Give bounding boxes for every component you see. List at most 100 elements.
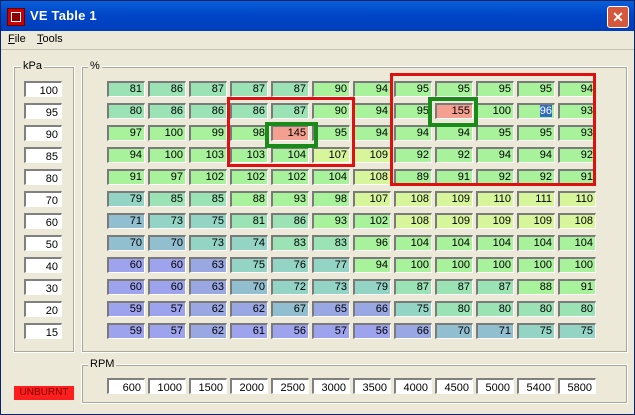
ve-cell[interactable]: 75 bbox=[230, 257, 268, 273]
ve-cell[interactable]: 66 bbox=[353, 301, 391, 317]
ve-cell[interactable]: 87 bbox=[189, 81, 227, 97]
ve-cell[interactable]: 65 bbox=[312, 301, 350, 317]
ve-cell[interactable]: 102 bbox=[189, 169, 227, 185]
ve-cell[interactable]: 80 bbox=[558, 301, 596, 317]
ve-cell[interactable]: 73 bbox=[312, 279, 350, 295]
ve-cell[interactable]: 94 bbox=[558, 81, 596, 97]
ve-cell[interactable]: 70 bbox=[435, 323, 473, 339]
ve-cell[interactable]: 87 bbox=[394, 279, 432, 295]
ve-cell[interactable]: 93 bbox=[312, 213, 350, 229]
ve-cell[interactable]: 87 bbox=[476, 279, 514, 295]
rpm-cell[interactable]: 2500 bbox=[271, 378, 309, 394]
ve-cell[interactable]: 94 bbox=[353, 257, 391, 273]
ve-cell[interactable]: 94 bbox=[353, 125, 391, 141]
ve-cell[interactable]: 110 bbox=[476, 191, 514, 207]
ve-cell[interactable]: 86 bbox=[148, 81, 186, 97]
menu-file[interactable]: File bbox=[8, 33, 26, 45]
kpa-cell[interactable]: 15 bbox=[24, 323, 62, 339]
ve-cell[interactable]: 104 bbox=[476, 235, 514, 251]
ve-cell[interactable]: 70 bbox=[230, 279, 268, 295]
ve-cell[interactable]: 87 bbox=[271, 103, 309, 119]
kpa-cell[interactable]: 80 bbox=[24, 169, 62, 185]
ve-cell[interactable]: 77 bbox=[312, 257, 350, 273]
ve-cell[interactable]: 104 bbox=[435, 235, 473, 251]
kpa-cell[interactable]: 20 bbox=[24, 301, 62, 317]
ve-cell[interactable]: 96 bbox=[517, 103, 555, 119]
ve-cell[interactable]: 95 bbox=[517, 81, 555, 97]
ve-cell[interactable]: 66 bbox=[394, 323, 432, 339]
ve-cell[interactable]: 80 bbox=[476, 301, 514, 317]
ve-cell[interactable]: 97 bbox=[107, 125, 145, 141]
ve-cell[interactable]: 92 bbox=[558, 147, 596, 163]
ve-cell[interactable]: 109 bbox=[517, 213, 555, 229]
ve-cell[interactable]: 75 bbox=[189, 213, 227, 229]
ve-cell[interactable]: 73 bbox=[148, 213, 186, 229]
title-bar[interactable]: VE Table 1 ✕ bbox=[1, 1, 634, 31]
ve-cell[interactable]: 104 bbox=[517, 235, 555, 251]
ve-cell[interactable]: 56 bbox=[271, 323, 309, 339]
ve-cell[interactable]: 86 bbox=[148, 103, 186, 119]
ve-cell[interactable]: 95 bbox=[312, 125, 350, 141]
rpm-cell[interactable]: 600 bbox=[107, 378, 145, 394]
ve-cell[interactable]: 109 bbox=[435, 213, 473, 229]
ve-cell[interactable]: 63 bbox=[189, 257, 227, 273]
ve-cell[interactable]: 86 bbox=[271, 213, 309, 229]
ve-cell[interactable]: 94 bbox=[353, 81, 391, 97]
ve-cell[interactable]: 70 bbox=[107, 235, 145, 251]
ve-cell[interactable]: 95 bbox=[517, 125, 555, 141]
rpm-cell[interactable]: 2000 bbox=[230, 378, 268, 394]
ve-cell[interactable]: 108 bbox=[353, 169, 391, 185]
ve-cell[interactable]: 73 bbox=[189, 235, 227, 251]
ve-cell[interactable]: 102 bbox=[353, 213, 391, 229]
ve-cell[interactable]: 110 bbox=[558, 191, 596, 207]
ve-cell[interactable]: 62 bbox=[230, 301, 268, 317]
ve-cell[interactable]: 61 bbox=[230, 323, 268, 339]
ve-cell[interactable]: 89 bbox=[394, 169, 432, 185]
ve-cell[interactable]: 94 bbox=[394, 125, 432, 141]
ve-cell[interactable]: 100 bbox=[394, 257, 432, 273]
ve-cell[interactable]: 63 bbox=[189, 279, 227, 295]
kpa-cell[interactable]: 90 bbox=[24, 125, 62, 141]
ve-cell[interactable]: 76 bbox=[271, 257, 309, 273]
ve-cell[interactable]: 87 bbox=[271, 81, 309, 97]
ve-cell[interactable]: 95 bbox=[394, 81, 432, 97]
kpa-cell[interactable]: 100 bbox=[24, 81, 62, 97]
ve-cell[interactable]: 90 bbox=[312, 103, 350, 119]
ve-cell[interactable]: 94 bbox=[476, 147, 514, 163]
ve-cell[interactable]: 104 bbox=[558, 235, 596, 251]
ve-cell[interactable]: 83 bbox=[271, 235, 309, 251]
ve-cell[interactable]: 111 bbox=[517, 191, 555, 207]
ve-cell[interactable]: 102 bbox=[230, 169, 268, 185]
ve-cell[interactable]: 97 bbox=[148, 169, 186, 185]
ve-cell[interactable]: 108 bbox=[394, 213, 432, 229]
ve-cell[interactable]: 75 bbox=[517, 323, 555, 339]
ve-cell[interactable]: 71 bbox=[107, 213, 145, 229]
ve-cell[interactable]: 94 bbox=[107, 147, 145, 163]
ve-cell[interactable]: 109 bbox=[476, 213, 514, 229]
menu-tools[interactable]: Tools bbox=[37, 33, 63, 45]
ve-cell[interactable]: 95 bbox=[394, 103, 432, 119]
ve-cell[interactable]: 107 bbox=[312, 147, 350, 163]
ve-cell[interactable]: 81 bbox=[107, 81, 145, 97]
kpa-cell[interactable]: 40 bbox=[24, 257, 62, 273]
ve-cell[interactable]: 91 bbox=[107, 169, 145, 185]
ve-cell[interactable]: 60 bbox=[107, 279, 145, 295]
ve-cell[interactable]: 75 bbox=[558, 323, 596, 339]
app-icon[interactable] bbox=[7, 8, 25, 26]
ve-cell[interactable]: 60 bbox=[107, 257, 145, 273]
ve-cell[interactable]: 59 bbox=[107, 301, 145, 317]
ve-cell[interactable]: 80 bbox=[435, 301, 473, 317]
ve-cell[interactable]: 95 bbox=[476, 81, 514, 97]
ve-cell[interactable]: 91 bbox=[435, 169, 473, 185]
ve-cell[interactable]: 100 bbox=[148, 147, 186, 163]
ve-cell[interactable]: 57 bbox=[148, 301, 186, 317]
ve-cell[interactable]: 98 bbox=[230, 125, 268, 141]
kpa-cell[interactable]: 60 bbox=[24, 213, 62, 229]
ve-cell[interactable]: 93 bbox=[271, 191, 309, 207]
rpm-cell[interactable]: 3000 bbox=[312, 378, 350, 394]
ve-cell[interactable]: 93 bbox=[558, 125, 596, 141]
ve-cell[interactable]: 103 bbox=[189, 147, 227, 163]
ve-cell[interactable]: 70 bbox=[148, 235, 186, 251]
kpa-cell[interactable]: 30 bbox=[24, 279, 62, 295]
ve-cell[interactable]: 60 bbox=[148, 279, 186, 295]
